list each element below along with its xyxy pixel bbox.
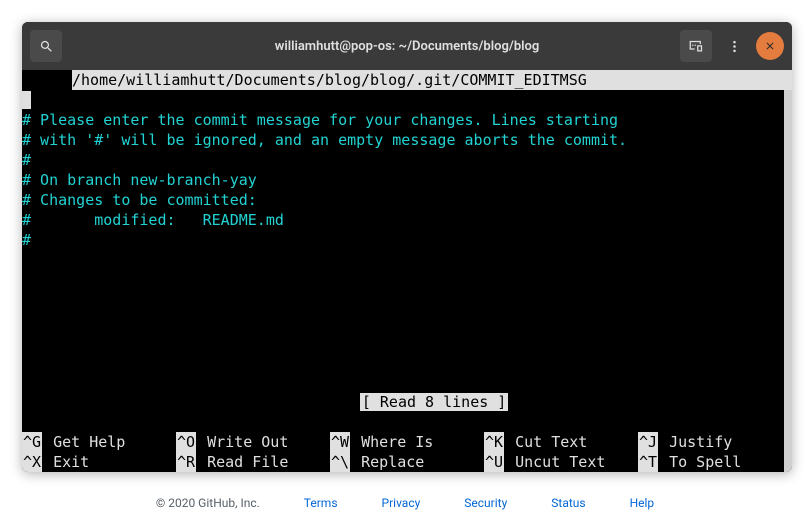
shortcut-key: ^G — [22, 432, 42, 452]
footer-link-security[interactable]: Security — [464, 496, 507, 510]
nano-header-line: /home/williamhutt/Documents/blog/blog/.g… — [22, 70, 792, 90]
new-tab-icon — [689, 39, 704, 54]
shortcut-item: ^O Write Out — [176, 432, 330, 452]
shortcut-label: Where Is — [350, 432, 433, 452]
nano-file-path: /home/williamhutt/Documents/blog/blog/.g… — [72, 70, 792, 90]
shortcut-item: ^J Justify — [638, 432, 792, 452]
shortcut-label: To Spell — [658, 452, 741, 472]
shortcut-label: Replace — [350, 452, 424, 472]
menu-button[interactable] — [718, 30, 750, 62]
search-icon — [39, 39, 54, 54]
shortcut-key: ^U — [484, 452, 504, 472]
editor-line: # On branch new-branch-yay — [22, 170, 792, 190]
footer-copyright: © 2020 GitHub, Inc. — [156, 496, 260, 510]
shortcut-key: ^X — [22, 452, 42, 472]
shortcut-label: Write Out — [196, 432, 288, 452]
footer-link-status[interactable]: Status — [551, 496, 585, 510]
shortcut-key: ^W — [330, 432, 350, 452]
shortcut-item: ^R Read File — [176, 452, 330, 472]
shortcut-key: ^O — [176, 432, 196, 452]
shortcut-key: ^K — [484, 432, 504, 452]
editor-content[interactable]: # Please enter the commit message for yo… — [22, 90, 792, 250]
page-footer: © 2020 GitHub, Inc. Terms Privacy Securi… — [0, 496, 810, 510]
editor-line: # modified: README.md — [22, 210, 792, 230]
nano-shortcuts: ^G Get Help^O Write Out^W Where Is^K Cut… — [22, 432, 792, 472]
shortcut-item: ^T To Spell — [638, 452, 792, 472]
close-icon — [764, 40, 776, 52]
shortcut-key: ^J — [638, 432, 658, 452]
window-title: williamhutt@pop-os: ~/Documents/blog/blo… — [180, 39, 634, 54]
terminal-body[interactable]: /home/williamhutt/Documents/blog/blog/.g… — [22, 70, 792, 472]
shortcut-item: ^W Where Is — [330, 432, 484, 452]
footer-link-terms[interactable]: Terms — [304, 496, 338, 510]
editor-line — [22, 90, 792, 110]
shortcut-label: Read File — [196, 452, 288, 472]
footer-link-help[interactable]: Help — [630, 496, 655, 510]
shortcut-item: ^\ Replace — [330, 452, 484, 472]
shortcut-item: ^X Exit — [22, 452, 176, 472]
kebab-menu-icon — [727, 39, 742, 54]
search-button[interactable] — [30, 30, 62, 62]
shortcut-key: ^\ — [330, 452, 350, 472]
nano-status-line: [ Read 8 lines ] — [22, 372, 792, 432]
shortcut-item: ^K Cut Text — [484, 432, 638, 452]
shortcut-key: ^T — [638, 452, 658, 472]
shortcut-label: Justify — [658, 432, 732, 452]
terminal-window: williamhutt@pop-os: ~/Documents/blog/blo… — [22, 22, 792, 472]
editor-line: # — [22, 150, 792, 170]
editor-line: # — [22, 230, 792, 250]
close-button[interactable] — [756, 32, 784, 60]
editor-line: # Please enter the commit message for yo… — [22, 110, 792, 130]
status-badge: [ Read 8 lines ] — [360, 393, 509, 411]
editor-line: # with '#' will be ignored, and an empty… — [22, 130, 792, 150]
new-tab-button[interactable] — [680, 30, 712, 62]
titlebar: williamhutt@pop-os: ~/Documents/blog/blo… — [22, 22, 792, 70]
shortcut-label: Exit — [42, 452, 89, 472]
editor-line: # Changes to be committed: — [22, 190, 792, 210]
footer-link-privacy[interactable]: Privacy — [382, 496, 421, 510]
shortcut-label: Cut Text — [504, 432, 587, 452]
shortcut-label: Uncut Text — [504, 452, 605, 472]
cursor — [22, 91, 31, 109]
shortcut-item: ^G Get Help — [22, 432, 176, 452]
shortcut-key: ^R — [176, 452, 196, 472]
shortcut-label: Get Help — [42, 432, 125, 452]
shortcut-item: ^U Uncut Text — [484, 452, 638, 472]
